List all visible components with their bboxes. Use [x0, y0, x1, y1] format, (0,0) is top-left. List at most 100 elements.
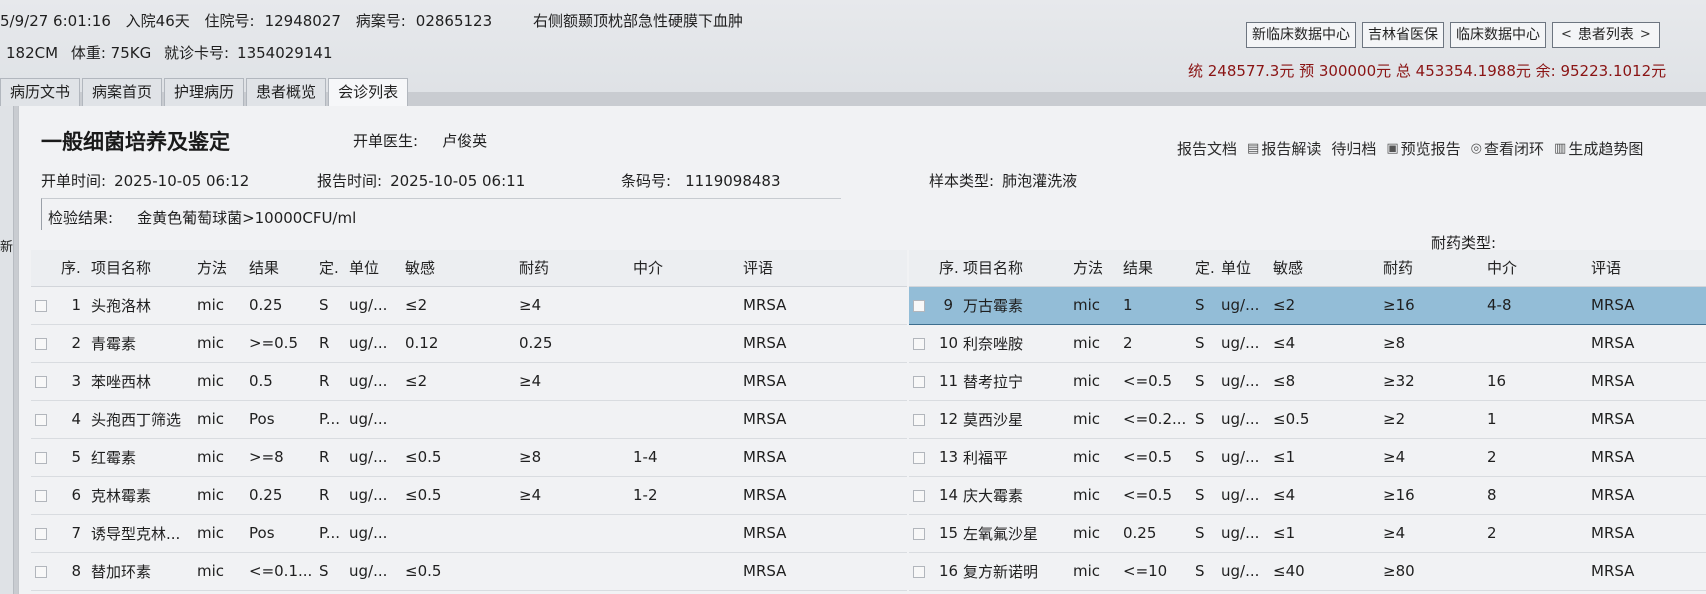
tab-medical-records[interactable]: 病历文书	[0, 78, 81, 106]
table-row[interactable]: 16 复方新诺明 mic <=10 Sug/... ≤40 ≥80 MRSA	[909, 552, 1706, 591]
table-cell: ≤0.5	[401, 552, 515, 591]
column-header[interactable]: 评语	[1587, 250, 1706, 287]
table-row[interactable]: 4 头孢西丁筛选 mic Pos P... ug/... MRSA	[31, 400, 907, 439]
row-checkbox[interactable]	[35, 337, 47, 350]
column-header[interactable]: 中介	[629, 250, 739, 287]
admit-days: 入院46天	[125, 12, 190, 30]
table-row[interactable]: 2 青霉素 mic >=0.5 Rug/... 0.12 0.25 MRSA	[31, 324, 907, 363]
column-header[interactable]: 评语	[739, 250, 907, 287]
row-checkbox[interactable]	[35, 299, 47, 312]
table-cell	[1483, 552, 1587, 591]
table-cell: MRSA	[739, 400, 907, 439]
report-document-link[interactable]: 报告文档	[1177, 138, 1237, 159]
row-checkbox[interactable]	[913, 451, 925, 464]
column-header[interactable]: 项目名称	[87, 250, 193, 287]
table-cell: ug/...	[345, 438, 401, 477]
report-time: 报告时间: 2025-10-05 06:11	[317, 170, 525, 191]
table-cell: 13	[935, 438, 959, 477]
column-header[interactable]: 定.	[315, 250, 345, 287]
table-cell: mic	[1069, 552, 1119, 591]
table-cell: ≥16	[1379, 476, 1483, 515]
sidebar-label[interactable]: 新	[0, 236, 13, 255]
new-clinical-data-center-button[interactable]: 新临床数据中心	[1246, 22, 1356, 48]
tab-consultation-list[interactable]: 会诊列表	[328, 78, 409, 106]
table-cell: ≥16	[1379, 285, 1483, 325]
tab-case-homepage[interactable]: 病案首页	[82, 78, 163, 106]
clinical-data-center-button[interactable]: 临床数据中心	[1450, 22, 1546, 48]
table-cell: mic	[1069, 476, 1119, 515]
table-row[interactable]: 5 红霉素 mic >=8 Rug/... ≤0.5 ≥8 1-4 MRSA	[31, 438, 907, 477]
row-checkbox[interactable]	[35, 413, 47, 426]
table-row[interactable]: 13 利福平 mic <=0.5 Sug/... ≤1 ≥4 2 MRSA	[909, 438, 1706, 477]
table-cell: ≥8	[515, 438, 629, 477]
row-checkbox-cell	[31, 400, 57, 439]
row-checkbox[interactable]	[913, 527, 925, 540]
column-header[interactable]: 敏感	[1269, 250, 1379, 287]
column-header[interactable]: 结果	[1119, 250, 1191, 287]
view-loop-label: 查看闭环	[1484, 140, 1545, 158]
view-loop-link[interactable]: ◎ 查看闭环	[1471, 138, 1544, 159]
table-cell: 2	[57, 324, 87, 363]
table-row[interactable]: 15 左氧氟沙星 mic 0.25 Sug/... ≤1 ≥4 2 MRSA	[909, 514, 1706, 553]
column-header[interactable]: 敏感	[401, 250, 515, 287]
row-checkbox[interactable]	[35, 565, 47, 578]
column-header[interactable]: 序.	[935, 250, 959, 287]
table-cell: ≥4	[515, 286, 629, 325]
row-checkbox[interactable]	[913, 375, 925, 388]
report-interpret-link[interactable]: ▤ 报告解读	[1247, 138, 1321, 159]
column-header[interactable]: 方法	[193, 250, 245, 287]
column-header[interactable]: 定.	[1191, 250, 1217, 287]
table-cell: ug/...	[345, 514, 401, 553]
table-cell: 2	[1483, 438, 1587, 477]
table-cell: mic	[193, 552, 245, 591]
pending-archive-link[interactable]: 待归档	[1331, 138, 1376, 159]
nav-tabs: 病历文书 病案首页 护理病历 患者概览 会诊列表	[0, 78, 410, 106]
row-checkbox-cell	[909, 285, 935, 325]
column-header[interactable]: 单位	[345, 250, 401, 287]
column-header[interactable]: 耐药	[1379, 250, 1483, 287]
table-cell: 0.25	[515, 324, 629, 363]
row-checkbox[interactable]	[913, 413, 925, 426]
chevron-left-icon[interactable]: <	[1561, 23, 1572, 47]
column-header[interactable]: 耐药	[515, 250, 629, 287]
patient-list-button[interactable]: < 患者列表 >	[1552, 22, 1660, 48]
table-cell: <=0.2...	[1119, 400, 1191, 439]
table-row[interactable]: 1 头孢洛林 mic 0.25 Sug/... ≤2 ≥4 MRSA	[31, 286, 907, 325]
tab-patient-overview[interactable]: 患者概览	[246, 78, 327, 106]
generate-trend-link[interactable]: ▥ 生成趋势图	[1554, 138, 1643, 159]
row-checkbox[interactable]	[35, 375, 47, 388]
jilin-insurance-button[interactable]: 吉林省医保	[1362, 22, 1444, 48]
row-checkbox[interactable]	[35, 489, 47, 502]
table-row[interactable]: 8 替加环素 mic <=0.1... Sug/... ≤0.5 MRSA	[31, 552, 907, 591]
loop-icon: ◎	[1470, 141, 1482, 156]
column-header[interactable]: 序.	[57, 250, 87, 287]
table-row[interactable]: 14 庆大霉素 mic <=0.5 Sug/... ≤4 ≥16 8 MRSA	[909, 476, 1706, 515]
table-row[interactable]: 6 克林霉素 mic 0.25 Rug/... ≤0.5 ≥4 1-2 MRSA	[31, 476, 907, 515]
row-checkbox[interactable]	[35, 527, 47, 540]
row-checkbox[interactable]	[913, 489, 925, 502]
table-row[interactable]: 12 莫西沙星 mic <=0.2... Sug/... ≤0.5 ≥2 1 MRSA	[909, 400, 1706, 439]
chevron-right-icon[interactable]: >	[1640, 23, 1651, 47]
row-checkbox[interactable]	[913, 337, 925, 350]
table-cell: ug/...	[1217, 438, 1269, 477]
cost-summary: 统 248577.3元 预 300000元 总 453354.1988元 余: …	[1188, 62, 1667, 80]
tab-nursing-records[interactable]: 护理病历	[164, 78, 245, 106]
row-checkbox[interactable]	[913, 299, 925, 312]
table-cell: Pos	[245, 400, 315, 439]
preview-report-link[interactable]: ▣ 预览报告	[1386, 138, 1460, 159]
table-row[interactable]: 10 利奈唑胺 mic 2 Sug/... ≤4 ≥8 MRSA	[909, 324, 1706, 363]
column-header[interactable]: 中介	[1483, 250, 1587, 287]
row-checkbox[interactable]	[913, 565, 925, 578]
table-row[interactable]: 11 替考拉宁 mic <=0.5 Sug/... ≤8 ≥32 16 MRSA	[909, 362, 1706, 401]
column-header[interactable]: 项目名称	[959, 250, 1069, 287]
inpatient-no: 12948027	[264, 12, 341, 30]
table-row[interactable]: 3 苯唑西林 mic 0.5 Rug/... ≤2 ≥4 MRSA	[31, 362, 907, 401]
row-checkbox[interactable]	[35, 451, 47, 464]
table-row[interactable]: 7 诱导型克林... mic Pos P... ug/... MRSA	[31, 514, 907, 553]
column-header[interactable]: 单位	[1217, 250, 1269, 287]
column-header[interactable]: 结果	[245, 250, 315, 287]
table-cell: mic	[193, 438, 245, 477]
column-header[interactable]: 方法	[1069, 250, 1119, 287]
table-cell: MRSA	[1587, 476, 1706, 515]
table-row[interactable]: 9 万古霉素 mic 1 Sug/... ≤2 ≥16 4-8 MRSA	[909, 285, 1706, 325]
